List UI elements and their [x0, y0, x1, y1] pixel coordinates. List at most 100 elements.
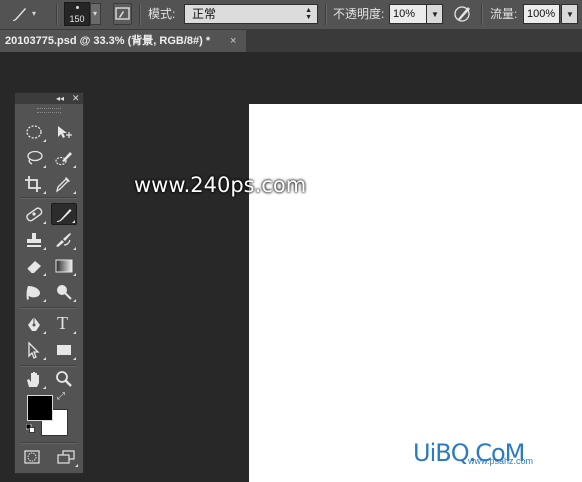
eyedropper-tool[interactable]: [51, 173, 77, 195]
separator: [481, 4, 483, 25]
history-brush-icon: [56, 233, 71, 247]
tool-flyout-indicator: [73, 273, 76, 276]
type-tool[interactable]: T: [51, 313, 77, 335]
blend-mode-select[interactable]: 正常 ▲ ▼: [184, 4, 318, 24]
move-icon: [58, 126, 72, 138]
opacity-slider-dropdown[interactable]: ▼: [426, 4, 443, 24]
tools-panel: ◂◂ ✕ T ⤢: [14, 92, 84, 474]
screen-mode-icon: [57, 450, 75, 464]
chevron-down-icon: ▾: [93, 9, 98, 18]
crop-tool[interactable]: [21, 173, 47, 195]
opacity-input[interactable]: 10%: [389, 4, 427, 24]
tool-preset-dropdown-icon[interactable]: ▾: [32, 9, 36, 18]
eyedropper-icon: [55, 177, 70, 193]
close-tab-icon[interactable]: ×: [230, 30, 236, 52]
path-selection-arrow-icon: [28, 341, 40, 359]
crop-icon: [25, 176, 41, 192]
pen-tool[interactable]: [21, 313, 47, 335]
brush-panel-toggle-button[interactable]: [113, 3, 132, 25]
airbrush-toggle-button[interactable]: [452, 3, 476, 25]
path-selection-tool[interactable]: [21, 339, 47, 361]
flow-label: 流量:: [490, 7, 518, 21]
dodge-tool[interactable]: [51, 281, 77, 303]
brush-size-value: 150: [69, 14, 85, 24]
flow-slider-dropdown[interactable]: ▼: [561, 4, 578, 24]
tool-flyout-indicator: [73, 331, 76, 334]
eraser-tool[interactable]: [21, 255, 47, 277]
brush-picker-dropdown[interactable]: ▾: [90, 3, 101, 25]
history-brush-tool[interactable]: [51, 229, 77, 251]
tools-panel-header[interactable]: ◂◂ ✕: [15, 93, 83, 104]
pen-icon: [28, 317, 40, 331]
brush-tool[interactable]: [51, 203, 77, 225]
tool-flyout-indicator: [73, 247, 76, 250]
quick-mask-mode-button[interactable]: [19, 446, 45, 468]
quick-selection-icon: [55, 152, 72, 166]
tool-flyout-indicator: [43, 386, 46, 389]
brush-tip-icon: [76, 6, 79, 9]
tool-flyout-indicator: [72, 220, 75, 223]
divider: [21, 307, 77, 309]
tool-flyout-indicator: [43, 165, 46, 168]
blend-mode-value: 正常: [192, 7, 217, 21]
clone-stamp-tool[interactable]: [21, 229, 47, 251]
rectangle-tool[interactable]: [51, 339, 77, 361]
site-watermark: www.240ps.com: [134, 173, 307, 197]
document-canvas[interactable]: [249, 104, 582, 482]
close-panel-icon[interactable]: ✕: [72, 93, 80, 104]
panel-grip[interactable]: [37, 108, 61, 113]
document-tab[interactable]: 20103775.psd @ 33.3% (背景, RGB/8#) * ×: [0, 30, 246, 52]
divider: [21, 365, 77, 367]
separator: [56, 4, 58, 25]
zoom-tool[interactable]: [51, 368, 77, 390]
hand-tool[interactable]: [21, 368, 47, 390]
blur-drop-icon: [26, 286, 40, 300]
default-colors-icon[interactable]: [26, 424, 35, 433]
foreground-color-swatch[interactable]: [27, 395, 53, 421]
move-tool[interactable]: [51, 121, 77, 143]
collapse-panel-icon[interactable]: ◂◂: [56, 93, 64, 104]
blur-tool[interactable]: [21, 281, 47, 303]
gradient-icon: [55, 259, 73, 273]
tool-flyout-indicator: [43, 247, 46, 250]
divider: [21, 442, 77, 444]
tool-flyout-indicator: [73, 165, 76, 168]
opacity-label: 不透明度:: [333, 7, 385, 21]
lasso-tool[interactable]: [21, 147, 47, 169]
chevron-down-icon: ▼: [431, 10, 439, 19]
tool-flyout-indicator: [73, 357, 76, 360]
brush-picker[interactable]: 150: [64, 2, 90, 26]
rectangle-icon: [57, 345, 71, 355]
options-bar: ▾ 150 ▾ 模式: 正常 ▲ ▼ 不透明度: 10% ▼ 流量: 100% ▼: [0, 0, 582, 30]
eraser-icon: [26, 261, 41, 274]
tool-flyout-indicator: [75, 464, 78, 467]
logo-url: www.psahz.com: [468, 456, 534, 466]
separator: [139, 4, 141, 25]
swap-colors-icon[interactable]: ⤢: [57, 391, 65, 402]
chevron-down-icon: ▼: [566, 10, 574, 19]
tool-flyout-indicator: [73, 191, 76, 194]
screen-mode-button[interactable]: [53, 446, 79, 468]
flow-input[interactable]: 100%: [523, 4, 560, 24]
gradient-tool[interactable]: [51, 255, 77, 277]
tool-flyout-indicator: [43, 299, 46, 302]
tool-flyout-indicator: [43, 331, 46, 334]
separator: [325, 4, 327, 25]
bandage-icon: [26, 207, 43, 222]
zoom-magnifier-icon: [56, 371, 72, 387]
type-icon: T: [57, 313, 68, 333]
divider: [21, 197, 77, 199]
tool-flyout-indicator: [43, 357, 46, 360]
dodge-icon: [57, 285, 72, 300]
stamp-icon: [27, 233, 41, 247]
spot-healing-brush-tool[interactable]: [21, 203, 47, 225]
updown-arrows-icon: ▲ ▼: [305, 7, 312, 21]
document-title: 20103775.psd @ 33.3% (背景, RGB/8#) *: [5, 35, 211, 47]
brush-tool-preset-icon[interactable]: [9, 3, 31, 25]
rectangular-marquee-tool[interactable]: [21, 121, 47, 143]
marquee-icon: [26, 125, 42, 139]
tool-flyout-indicator: [43, 191, 46, 194]
mode-label: 模式:: [148, 7, 176, 21]
quick-mask-icon: [24, 450, 40, 464]
quick-selection-tool[interactable]: [51, 147, 77, 169]
